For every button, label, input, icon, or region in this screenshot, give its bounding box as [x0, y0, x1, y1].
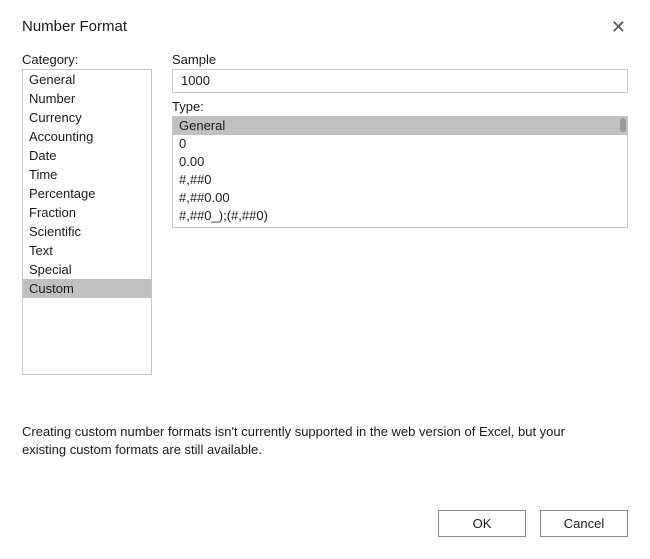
- sample-label: Sample: [172, 52, 628, 67]
- category-list[interactable]: General Number Currency Accounting Date …: [22, 69, 152, 375]
- sample-value: 1000: [172, 69, 628, 93]
- dialog-footer: OK Cancel: [22, 492, 628, 559]
- type-item[interactable]: #,##0.00: [173, 189, 627, 207]
- close-icon[interactable]: ✕: [609, 18, 628, 36]
- type-item[interactable]: #,##0: [173, 171, 627, 189]
- category-label: Category:: [22, 52, 152, 67]
- type-item[interactable]: General: [173, 117, 627, 135]
- ok-button[interactable]: OK: [438, 510, 526, 537]
- category-item-date[interactable]: Date: [23, 146, 151, 165]
- number-format-dialog: Number Format ✕ Category: General Number…: [0, 0, 650, 559]
- dialog-title: Number Format: [22, 18, 127, 35]
- category-item-percentage[interactable]: Percentage: [23, 184, 151, 203]
- right-column: Sample 1000 Type: General 0 0.00 #,##0 #…: [172, 52, 628, 375]
- type-label: Type:: [172, 99, 628, 114]
- category-item-time[interactable]: Time: [23, 165, 151, 184]
- category-column: Category: General Number Currency Accoun…: [22, 52, 152, 375]
- category-item-number[interactable]: Number: [23, 89, 151, 108]
- category-item-currency[interactable]: Currency: [23, 108, 151, 127]
- category-item-scientific[interactable]: Scientific: [23, 222, 151, 241]
- cancel-button[interactable]: Cancel: [540, 510, 628, 537]
- category-item-custom[interactable]: Custom: [23, 279, 151, 298]
- type-item[interactable]: 0.00: [173, 153, 627, 171]
- category-item-special[interactable]: Special: [23, 260, 151, 279]
- type-item[interactable]: #,##0_);[Red](#,##0): [173, 225, 627, 228]
- category-item-fraction[interactable]: Fraction: [23, 203, 151, 222]
- scrollbar-thumb[interactable]: [620, 118, 626, 132]
- dialog-body: Category: General Number Currency Accoun…: [22, 52, 628, 375]
- category-item-general[interactable]: General: [23, 70, 151, 89]
- dialog-header: Number Format ✕: [22, 18, 628, 36]
- type-item[interactable]: 0: [173, 135, 627, 153]
- type-item[interactable]: #,##0_);(#,##0): [173, 207, 627, 225]
- category-item-text[interactable]: Text: [23, 241, 151, 260]
- info-text: Creating custom number formats isn't cur…: [22, 423, 628, 458]
- category-item-accounting[interactable]: Accounting: [23, 127, 151, 146]
- type-list[interactable]: General 0 0.00 #,##0 #,##0.00 #,##0_);(#…: [172, 116, 628, 228]
